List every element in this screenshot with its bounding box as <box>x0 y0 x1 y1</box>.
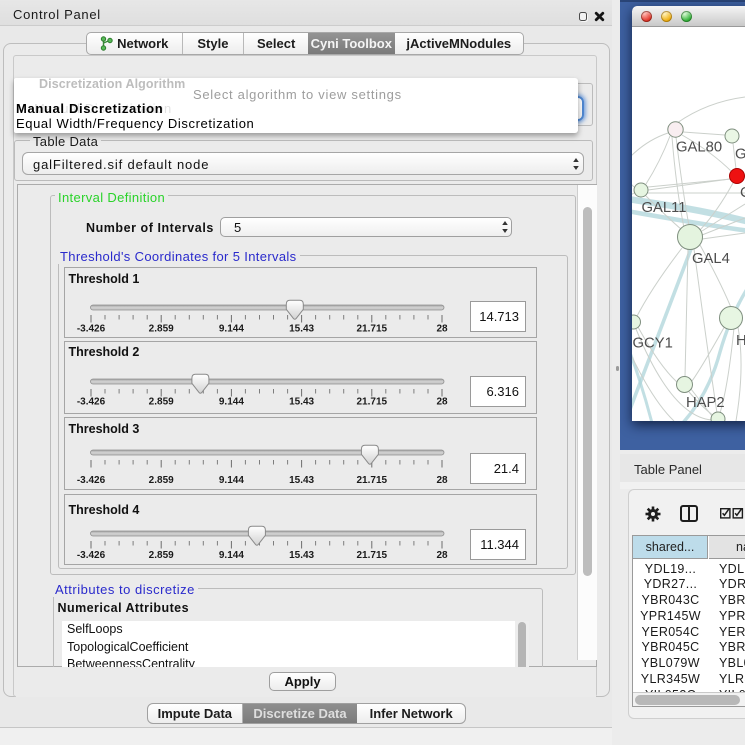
svg-text:28: 28 <box>436 475 448 486</box>
svg-text:-3.426: -3.426 <box>77 397 106 408</box>
svg-text:15.43: 15.43 <box>289 475 314 486</box>
svg-text:9.144: 9.144 <box>219 475 244 486</box>
svg-text:15.43: 15.43 <box>289 323 314 334</box>
svg-text:HAP1: HAP1 <box>736 333 745 349</box>
svg-text:21.715: 21.715 <box>357 550 388 561</box>
svg-text:GAL11: GAL11 <box>642 200 687 216</box>
svg-text:HAP2: HAP2 <box>686 395 725 411</box>
svg-text:21.715: 21.715 <box>357 323 388 334</box>
svg-text:15.43: 15.43 <box>289 550 314 561</box>
svg-text:CYC1: CYC1 <box>740 185 745 201</box>
svg-text:2.859: 2.859 <box>149 475 174 486</box>
svg-text:28: 28 <box>436 397 448 408</box>
svg-text:15.43: 15.43 <box>289 397 314 408</box>
svg-text:9.144: 9.144 <box>219 397 244 408</box>
svg-text:GAL2: GAL2 <box>735 147 745 163</box>
svg-text:GAL4: GAL4 <box>692 251 730 267</box>
svg-text:2.859: 2.859 <box>149 550 174 561</box>
svg-text:2.859: 2.859 <box>149 323 174 334</box>
svg-text:-3.426: -3.426 <box>77 475 106 486</box>
svg-text:-3.426: -3.426 <box>77 323 106 334</box>
svg-text:21.715: 21.715 <box>357 475 388 486</box>
svg-text:-3.426: -3.426 <box>77 550 106 561</box>
svg-text:21.715: 21.715 <box>357 397 388 408</box>
svg-text:GAL80: GAL80 <box>676 140 722 156</box>
svg-text:GCY1: GCY1 <box>633 336 673 352</box>
svg-text:28: 28 <box>436 550 448 561</box>
svg-text:28: 28 <box>436 323 448 334</box>
svg-text:9.144: 9.144 <box>219 323 244 334</box>
svg-text:9.144: 9.144 <box>219 550 244 561</box>
svg-text:2.859: 2.859 <box>149 397 174 408</box>
